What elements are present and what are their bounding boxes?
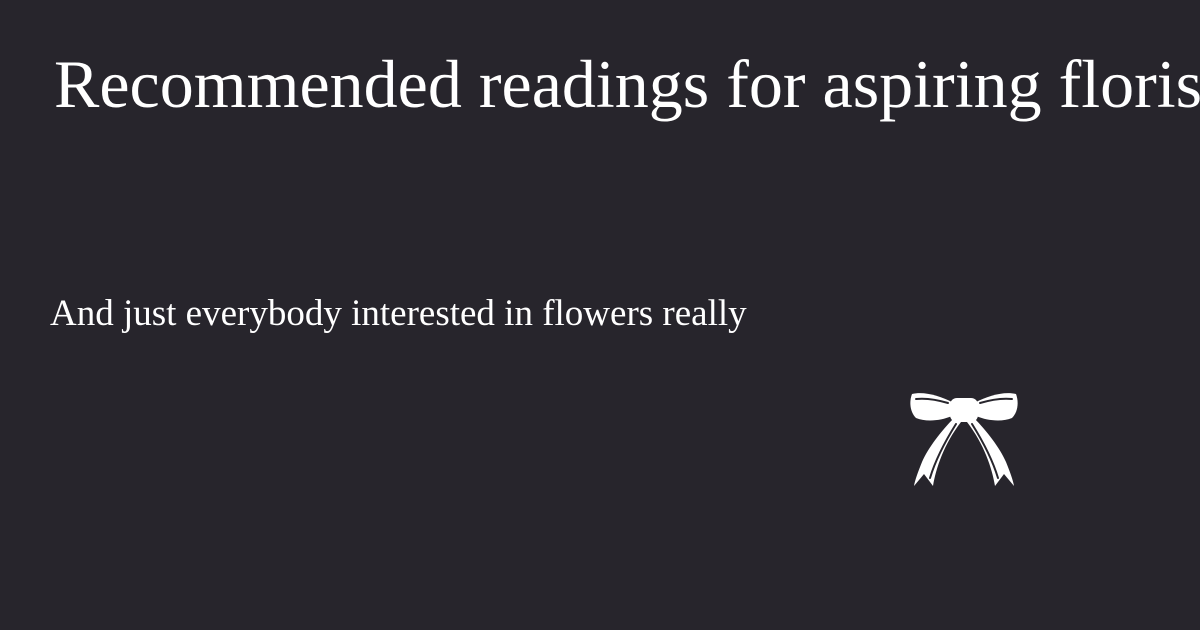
ribbon-bow-icon xyxy=(910,393,1018,486)
bow-left-loop xyxy=(910,393,952,421)
page-subtitle: And just everybody interested in flowers… xyxy=(50,293,747,334)
bow-knot xyxy=(950,398,978,422)
page-title: Recommended readings for aspiring floris… xyxy=(54,46,1200,122)
bow-right-loop xyxy=(976,393,1018,421)
social-share-card: Recommended readings for aspiring floris… xyxy=(0,0,1200,630)
